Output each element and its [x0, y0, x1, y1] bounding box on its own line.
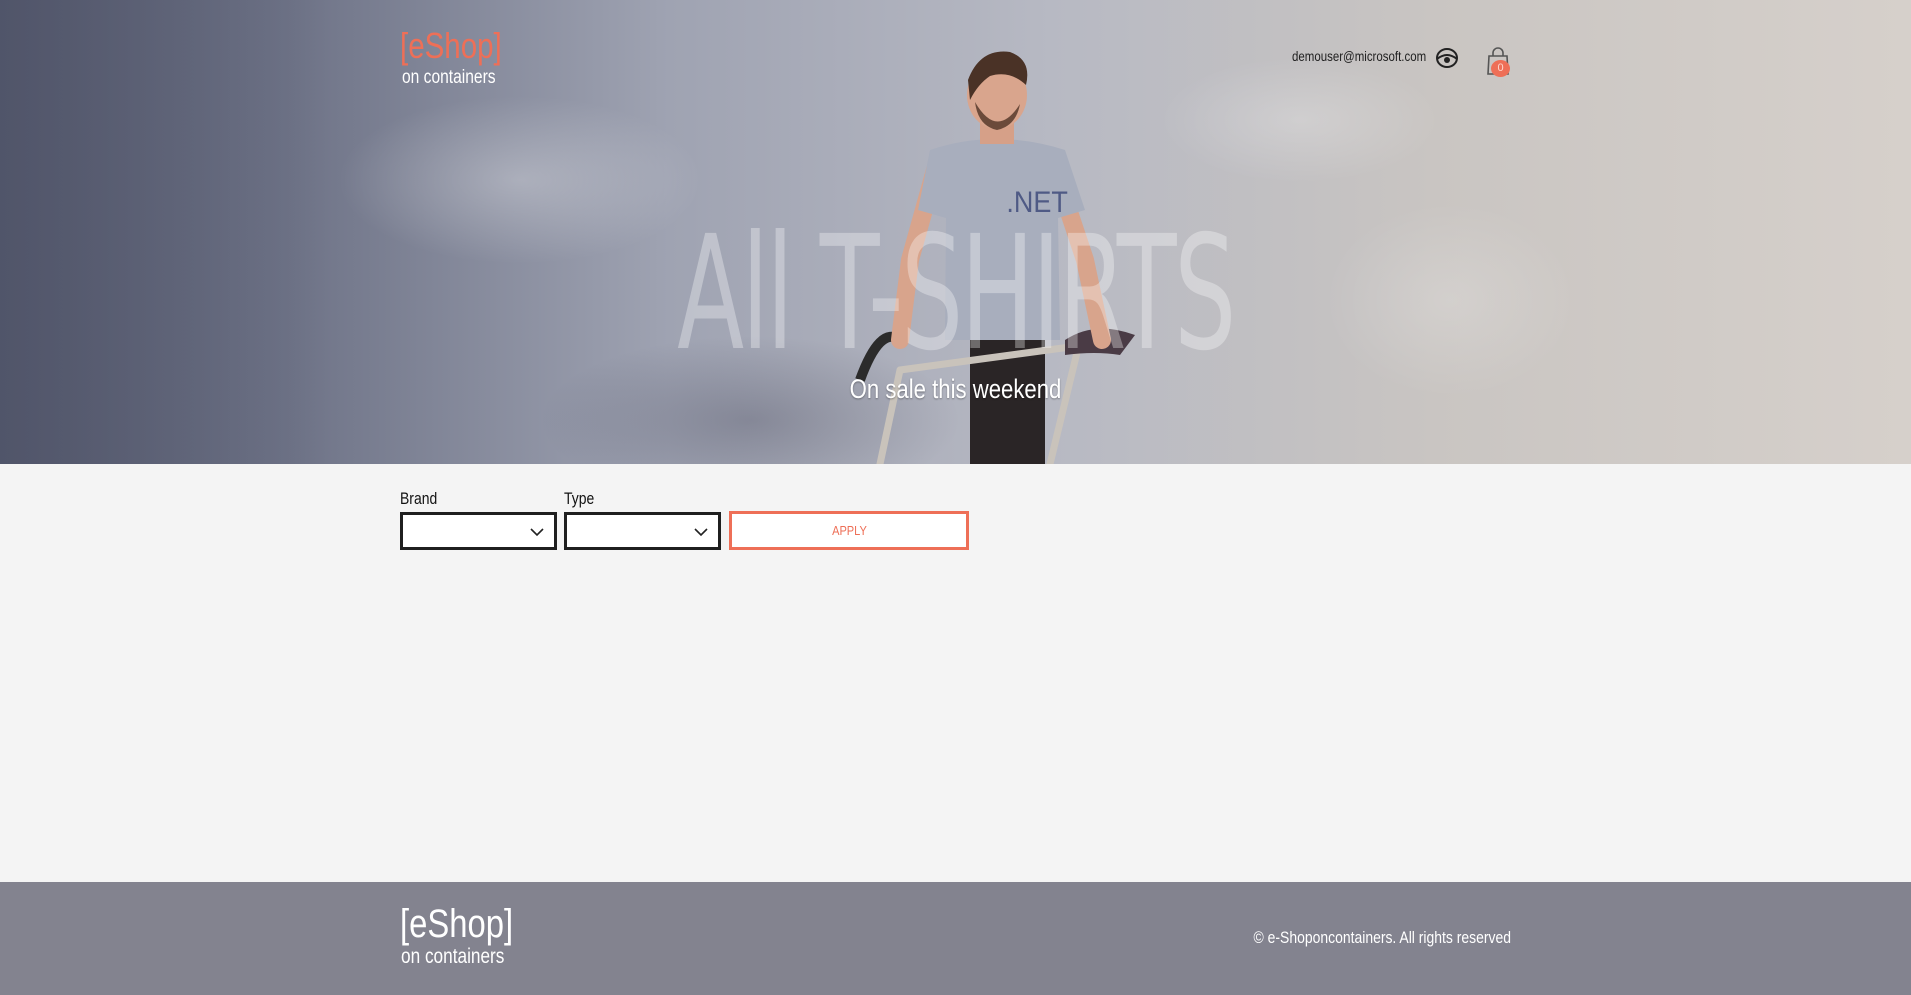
footer-tagline: on containers	[401, 945, 505, 968]
cart-count-badge: 0	[1491, 60, 1510, 77]
chevron-down-icon	[530, 528, 544, 537]
hero-banner: .NET All T-SHIRTS On sale this weekend	[0, 0, 1911, 464]
apply-button-label: APPLY	[831, 523, 867, 538]
header-tagline: on containers	[402, 67, 496, 88]
hero-title: All T-SHIRTS	[677, 202, 1236, 386]
user-email-link[interactable]: demouser@microsoft.com	[1292, 48, 1426, 64]
footer: [eShop] on containers © e-Shoponcontaine…	[0, 882, 1911, 995]
hero-subtitle: On sale this weekend	[849, 374, 1062, 404]
user-icon[interactable]	[1434, 46, 1460, 70]
apply-filter-button[interactable]: APPLY	[729, 511, 969, 550]
type-filter-label: Type	[564, 489, 595, 508]
header-logo-link[interactable]: [eShop] on containers	[400, 28, 524, 89]
brand-select[interactable]	[400, 512, 557, 550]
chevron-down-icon	[694, 528, 708, 537]
footer-logo: [eShop]	[400, 902, 514, 946]
brand-filter-label: Brand	[400, 489, 438, 508]
type-select[interactable]	[564, 512, 721, 550]
footer-copyright: © e-Shoponcontainers. All rights reserve…	[1253, 928, 1511, 947]
header-logo: [eShop]	[400, 25, 502, 66]
